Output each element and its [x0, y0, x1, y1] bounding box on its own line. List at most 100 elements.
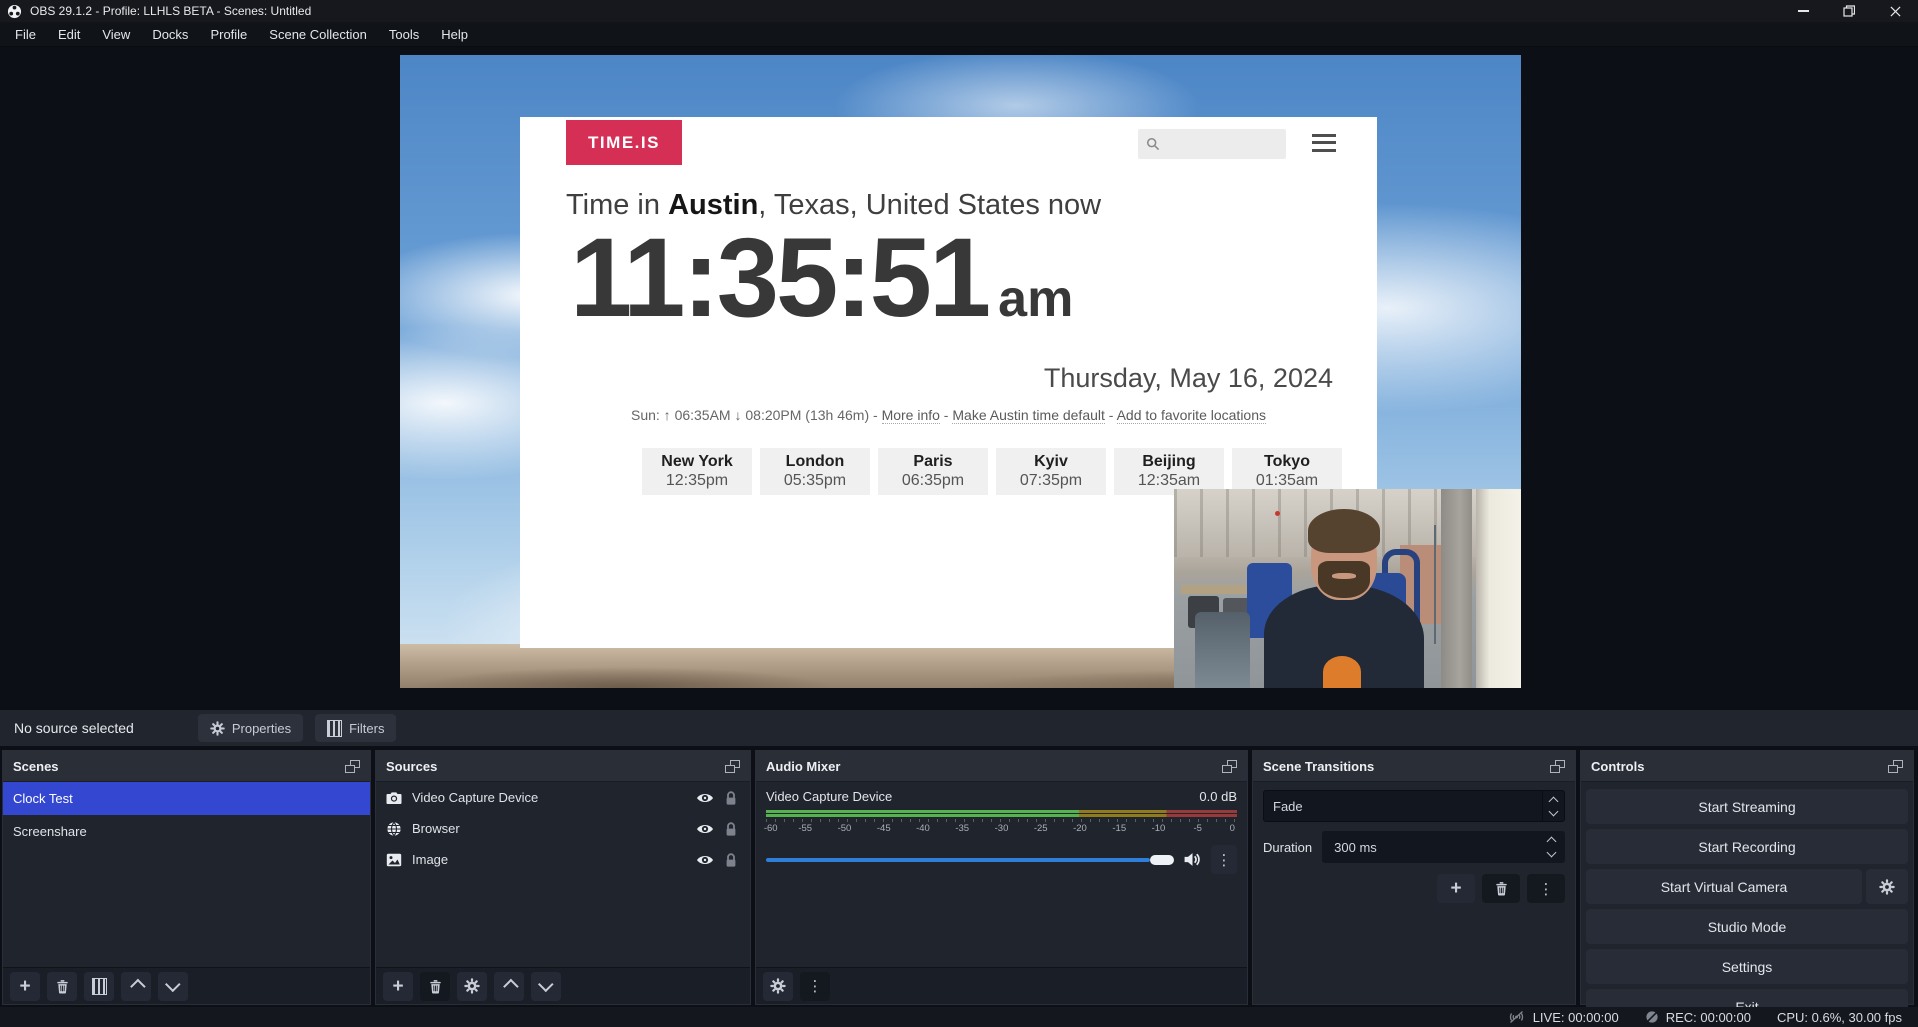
stream-inactive-icon	[1507, 1010, 1526, 1024]
scene-item-clock-test[interactable]: Clock Test	[3, 782, 370, 815]
lock-icon[interactable]	[724, 821, 738, 837]
webcam-chairback	[1195, 612, 1251, 688]
duration-spinbox[interactable]: 300 ms	[1322, 831, 1565, 863]
duration-label: Duration	[1263, 840, 1312, 855]
sources-toolbar: +	[376, 967, 750, 1004]
remove-transition-button[interactable]	[1482, 874, 1520, 903]
advanced-audio-button[interactable]	[763, 972, 793, 1001]
add-transition-button[interactable]: +	[1437, 874, 1475, 903]
menu-view[interactable]: View	[91, 22, 141, 47]
start-streaming-button[interactable]: Start Streaming	[1586, 789, 1908, 824]
record-inactive-icon	[1645, 1010, 1659, 1024]
source-item-video-capture[interactable]: Video Capture Device	[376, 782, 750, 813]
tick-label: -60	[764, 823, 778, 834]
popout-icon[interactable]	[1888, 760, 1903, 773]
kebab-menu-icon: ⋮	[1217, 851, 1232, 869]
visibility-eye-icon[interactable]	[696, 792, 714, 804]
properties-button[interactable]: Properties	[198, 714, 303, 742]
webcam-person-hair	[1308, 509, 1381, 553]
chevron-up-icon	[503, 978, 519, 994]
tick-label: -55	[798, 823, 812, 834]
transition-menu-button[interactable]: ⋮	[1527, 874, 1565, 903]
mixer-channel-menu-button[interactable]: ⋮	[1211, 845, 1237, 874]
menu-file[interactable]: File	[4, 22, 47, 47]
image-icon	[386, 853, 402, 867]
obs-window: OBS 29.1.2 - Profile: LLHLS BETA - Scene…	[0, 0, 1918, 1027]
city-tile: Tokyo01:35am	[1232, 448, 1342, 495]
slider-fill	[766, 858, 1150, 862]
virtual-camera-config-button[interactable]	[1866, 869, 1908, 904]
settings-button[interactable]: Settings	[1586, 949, 1908, 984]
source-item-browser[interactable]: Browser	[376, 813, 750, 844]
popout-icon[interactable]	[345, 760, 360, 773]
city-name: New York	[642, 453, 752, 471]
add-scene-button[interactable]: +	[10, 972, 40, 1001]
menu-edit[interactable]: Edit	[47, 22, 91, 47]
tick-label: -35	[955, 823, 969, 834]
chevron-up-icon	[1549, 796, 1559, 806]
remove-source-button[interactable]	[420, 972, 450, 1001]
spin-up-icon[interactable]	[1546, 837, 1556, 847]
menu-tools[interactable]: Tools	[378, 22, 430, 47]
menu-help[interactable]: Help	[430, 22, 479, 47]
city-name: Tokyo	[1232, 453, 1342, 471]
tick-label: -5	[1193, 823, 1201, 834]
scene-item-screenshare[interactable]: Screenshare	[3, 815, 370, 848]
minimize-button[interactable]	[1780, 0, 1826, 22]
lock-icon[interactable]	[724, 852, 738, 868]
slider-handle[interactable]	[1150, 855, 1174, 865]
popout-icon[interactable]	[1550, 760, 1565, 773]
transitions-title: Scene Transitions	[1263, 759, 1374, 774]
webcam-shirt-logo	[1323, 656, 1361, 688]
city-time: 07:35pm	[996, 472, 1106, 490]
scenes-panel: Scenes Clock Test Screenshare +	[2, 750, 371, 1005]
source-label: Browser	[412, 821, 460, 836]
move-source-down-button[interactable]	[531, 972, 561, 1001]
speaker-icon[interactable]	[1183, 852, 1202, 867]
source-item-image[interactable]: Image	[376, 844, 750, 875]
filters-button[interactable]: Filters	[315, 714, 396, 742]
start-virtual-camera-button[interactable]: Start Virtual Camera	[1586, 869, 1862, 904]
menu-profile[interactable]: Profile	[199, 22, 258, 47]
start-recording-button[interactable]: Start Recording	[1586, 829, 1908, 864]
scene-canvas[interactable]: TIME.IS Time in Austin, Texas, United St…	[400, 55, 1521, 688]
preview-area[interactable]: TIME.IS Time in Austin, Texas, United St…	[0, 47, 1918, 710]
transitions-panel: Scene Transitions Fade Duration 300 ms +…	[1252, 750, 1576, 1005]
source-properties-button[interactable]	[457, 972, 487, 1001]
source-label: Video Capture Device	[412, 790, 538, 805]
restore-button[interactable]	[1826, 0, 1872, 22]
volume-slider[interactable]	[766, 855, 1174, 865]
close-button[interactable]	[1872, 0, 1918, 22]
move-scene-down-button[interactable]	[158, 972, 188, 1001]
mixer-menu-button[interactable]: ⋮	[800, 972, 830, 1001]
scene-filters-button[interactable]	[84, 972, 114, 1001]
obs-logo-icon	[7, 4, 22, 19]
popout-icon[interactable]	[725, 760, 740, 773]
tick-label: -25	[1034, 823, 1048, 834]
studio-mode-button[interactable]: Studio Mode	[1586, 909, 1908, 944]
plus-icon: +	[392, 977, 403, 996]
transition-select[interactable]: Fade	[1263, 790, 1565, 822]
visibility-eye-icon[interactable]	[696, 823, 714, 835]
visibility-eye-icon[interactable]	[696, 854, 714, 866]
tick-label: 0	[1230, 823, 1235, 834]
city-time: 01:35am	[1232, 472, 1342, 490]
city-time: 06:35pm	[878, 472, 988, 490]
chevron-up-icon	[130, 978, 146, 994]
plus-icon: +	[1450, 879, 1461, 898]
move-scene-up-button[interactable]	[121, 972, 151, 1001]
webcam-window	[1476, 489, 1521, 688]
remove-scene-button[interactable]	[47, 972, 77, 1001]
popout-icon[interactable]	[1222, 760, 1237, 773]
move-source-up-button[interactable]	[494, 972, 524, 1001]
gear-icon	[1879, 879, 1895, 895]
lock-icon[interactable]	[724, 790, 738, 806]
menu-bar: File Edit View Docks Profile Scene Colle…	[0, 22, 1918, 47]
menu-scene-collection[interactable]: Scene Collection	[258, 22, 378, 47]
city-name: London	[760, 453, 870, 471]
spin-down-icon[interactable]	[1546, 848, 1556, 858]
duration-value: 300 ms	[1322, 840, 1539, 855]
add-source-button[interactable]: +	[383, 972, 413, 1001]
menu-docks[interactable]: Docks	[141, 22, 199, 47]
select-arrows[interactable]	[1542, 791, 1564, 821]
